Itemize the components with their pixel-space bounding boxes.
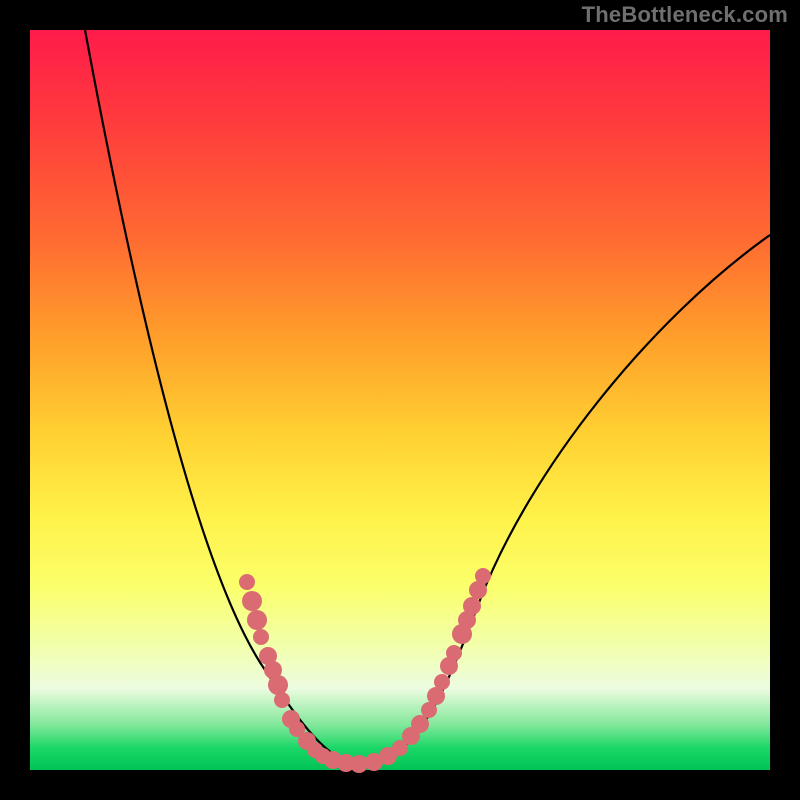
series-bottleneck-curve	[85, 30, 770, 765]
data-marker	[274, 692, 290, 708]
data-marker	[247, 610, 267, 630]
chart-background: TheBottleneck.com	[0, 0, 800, 800]
data-markers	[239, 568, 491, 773]
data-marker	[253, 629, 269, 645]
chart-svg	[30, 30, 770, 770]
data-marker	[411, 715, 429, 733]
watermark-text: TheBottleneck.com	[582, 2, 788, 28]
data-marker	[239, 574, 255, 590]
data-marker	[242, 591, 262, 611]
data-marker	[463, 597, 481, 615]
bottleneck-curve	[85, 30, 770, 765]
data-marker	[446, 645, 462, 661]
data-marker	[268, 675, 288, 695]
data-marker	[434, 674, 450, 690]
chart-plot-area	[30, 30, 770, 770]
data-marker	[475, 568, 491, 584]
